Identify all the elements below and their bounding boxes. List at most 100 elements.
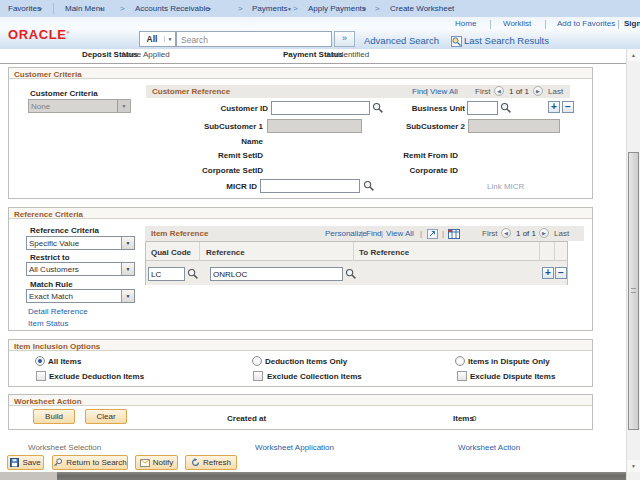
delete-row-button[interactable]: − [562,101,574,113]
deduction-items-only-label: Deduction Items Only [265,357,347,366]
divider [0,63,626,64]
previous-page-icon[interactable]: ◀ [494,86,504,96]
grid-find-link[interactable]: Find [366,229,382,238]
search-input[interactable]: Search [176,31,332,47]
horizontal-scrollbar[interactable] [0,472,626,480]
last-search-results-link[interactable]: Last Search Results [464,35,549,46]
customer-reference-header: Customer Reference [146,85,570,98]
add-row-button[interactable]: + [548,101,560,113]
reference-lookup-icon[interactable] [345,268,357,280]
name-label: Name [150,137,263,146]
match-rule-select[interactable]: Exact Match▼ [26,289,135,303]
subcustomer2-input [468,119,560,133]
corporate-setid-label: Corporate SetID [150,166,263,175]
micr-id-lookup-icon[interactable] [363,180,375,192]
all-items-radio[interactable] [35,356,45,366]
scroll-down-icon[interactable]: ▼ [627,460,640,472]
horizontal-scrollbar-thumb[interactable] [57,472,626,480]
items-in-dispute-only-radio[interactable] [455,356,465,366]
reference-criteria-select[interactable]: Specific Value▼ [26,236,135,250]
business-unit-input[interactable] [467,101,498,115]
sign-out-link[interactable]: Sign out [624,19,640,28]
worksheet-application-link[interactable]: Worksheet Application [255,443,334,452]
breadcrumb-accounts-receivable[interactable]: Accounts Receivable [135,4,210,13]
reference-input[interactable]: ONRLOC [210,267,343,281]
payment-status-value: Unidentified [327,50,369,59]
home-link[interactable]: Home [455,19,476,28]
chevron-down-icon: ▼ [207,6,212,12]
qual-code-lookup-icon[interactable] [187,268,199,280]
create-worksheet-page: Favorites ▼ Main Menu ▼ > Accounts Recei… [0,0,640,480]
restrict-to-select[interactable]: All Customers▼ [26,262,135,276]
breadcrumb-apply-payments[interactable]: Apply Payments [308,4,366,13]
refresh-icon [191,458,200,467]
qual-code-input[interactable]: LC [148,267,185,281]
reference-criteria-label: Reference Criteria [30,226,99,235]
breadcrumb-payments[interactable]: Payments [252,4,288,13]
grid-pagination-count: 1 of 1 [516,229,536,238]
subcustomer2-label: SubCustomer 2 [360,122,465,131]
exclude-dispute-items-checkbox[interactable] [457,371,467,381]
col-qual-code: Qual Code [151,248,191,257]
deposit-status-value: None Applied [122,50,170,59]
reference-criteria-title: Reference Criteria [14,210,83,219]
customer-reference-title: Customer Reference [152,87,230,96]
customer-id-input[interactable] [271,101,370,115]
chevron-down-icon: ▼ [117,100,130,112]
grid-next-page-icon[interactable]: ▶ [539,228,549,238]
worklist-link[interactable]: Worklist [503,19,531,28]
exclude-collection-items-checkbox[interactable] [253,371,263,381]
return-to-search-button[interactable]: Return to Search [52,455,128,470]
micr-id-input[interactable] [260,179,360,193]
chevron-down-icon: ▼ [121,263,134,275]
breadcrumb-divider [53,3,54,14]
breadcrumb-favorites[interactable]: Favorites [8,4,41,13]
item-status-link[interactable]: Item Status [28,319,68,328]
col-to-reference: To Reference [359,248,409,257]
notify-button[interactable]: Notify [135,455,178,470]
save-button[interactable]: Save [7,455,44,470]
items-value: 0 [472,414,476,423]
view-all-link[interactable]: View All [430,87,458,96]
col-reference: Reference [206,248,245,257]
business-unit-lookup-icon[interactable] [500,102,512,114]
worksheet-action-link[interactable]: Worksheet Action [458,443,520,452]
last-search-results-icon [451,36,462,47]
customer-criteria-title: Customer Criteria [14,70,82,79]
grid-pagination-last: Last [554,229,569,238]
zoom-grid-icon[interactable] [427,229,438,239]
chevron-down-icon: ▼ [121,237,134,249]
add-to-favorites-link[interactable]: Add to Favorites [557,19,615,28]
items-label: Items [453,414,474,423]
clear-button[interactable]: Clear [85,409,127,424]
chevron-down-icon: ▼ [164,36,175,42]
next-page-icon[interactable]: ▶ [533,86,543,96]
grid-delete-row-button[interactable]: − [555,267,567,279]
build-button[interactable]: Build [33,409,75,424]
subcustomer1-label: SubCustomer 1 [150,122,263,131]
grid-view-all-link[interactable]: View All [386,229,414,238]
item-reference-title: Item Reference [151,229,208,238]
chevron-down-icon: ▼ [362,6,367,12]
exclude-deduction-items-checkbox[interactable] [36,371,46,381]
exclude-collection-items-label: Exclude Collection Items [267,372,362,381]
grid-pagination-first: First [482,229,498,238]
scroll-up-icon[interactable]: ▲ [627,49,640,61]
vertical-scrollbar-thumb[interactable] [628,152,639,430]
deduction-items-only-radio[interactable] [252,356,262,366]
vertical-scrollbar[interactable]: ▲ ▼ [626,49,640,480]
breadcrumb-separator: > [238,4,243,13]
notify-icon [140,459,150,467]
grid-add-row-button[interactable]: + [542,267,554,279]
advanced-search-link[interactable]: Advanced Search [364,35,439,46]
refresh-button[interactable]: Refresh [185,455,237,470]
grid-previous-page-icon[interactable]: ◀ [501,228,511,238]
search-scope-select[interactable]: All ▼ [139,31,176,47]
remit-setid-label: Remit SetID [150,151,263,160]
download-grid-icon[interactable] [448,229,460,239]
search-go-button[interactable]: » [334,31,355,47]
customer-id-label: Customer ID [150,104,268,113]
breadcrumb-separator: > [120,4,125,13]
link-micr-link: Link MICR [487,182,524,191]
detail-reference-link[interactable]: Detail Reference [28,307,88,316]
